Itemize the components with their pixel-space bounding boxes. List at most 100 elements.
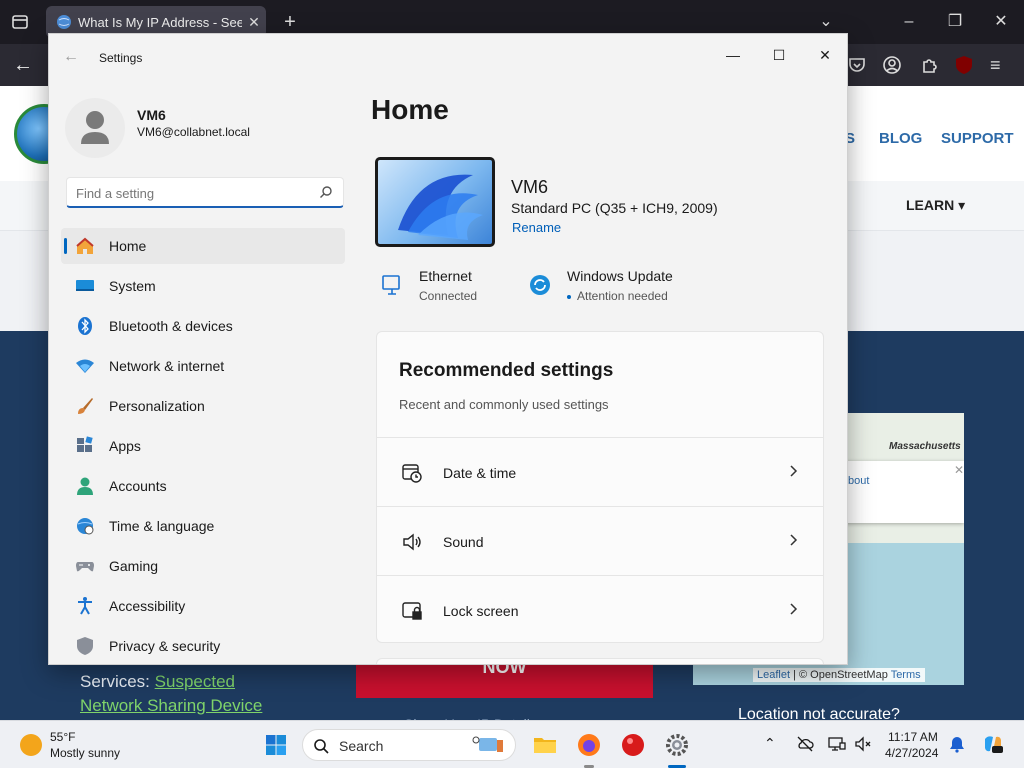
cloud-offline-icon[interactable] [796,735,814,753]
monitor-icon [76,280,94,291]
weather-sun-icon[interactable] [20,734,42,756]
clock-date[interactable]: 4/27/2024 [885,746,938,760]
restore-browser-icon[interactable]: ❐ [941,8,969,36]
nav-label: Privacy & security [109,638,221,654]
speaker-icon [403,533,421,551]
next-card [376,658,824,664]
rec-row-label: Lock screen [443,603,519,619]
search-icon [314,739,329,754]
nav-label: Accessibility [109,598,186,614]
device-thumbnail [375,157,495,247]
ethernet-title[interactable]: Ethernet [419,268,472,284]
recommended-title: Recommended settings [399,360,614,381]
nav-item-system[interactable]: System [61,268,345,304]
pocket-icon[interactable] [846,54,868,76]
user-email: VM6@collabnet.local [137,125,250,139]
close-tab-icon[interactable]: ✕ [242,14,266,31]
chevron-right-icon [790,465,798,477]
windows-start-icon[interactable] [265,734,287,756]
site-nav-support[interactable]: SUPPORT [941,130,1014,147]
list-all-tabs-icon[interactable]: ⌄ [812,8,840,36]
device-name: VM6 [511,177,549,197]
new-tab-button[interactable]: + [278,10,302,34]
red-app-icon[interactable] [620,732,646,758]
nav-item-personalization[interactable]: Personalization [61,388,345,424]
close-browser-icon[interactable]: ✕ [987,8,1015,36]
close-icon[interactable]: ✕ [805,40,845,70]
rec-row-label: Sound [443,534,484,550]
taskbar: 55°F Mostly sunny Search ⌃ 11:17 AM 4/27… [0,720,1024,768]
nav-item-network[interactable]: Network & internet [61,348,345,384]
user-name: VM6 [137,107,166,123]
nav-item-home[interactable]: Home [61,228,345,264]
map-terms-link[interactable]: Terms [891,669,921,681]
copilot-icon[interactable] [982,733,1004,755]
settings-search[interactable] [66,177,344,208]
status-dot [567,294,571,299]
nav-item-time-language[interactable]: Time & language [61,508,345,544]
rec-row-sound[interactable]: Sound [377,506,823,575]
tray-chevron-up-icon[interactable]: ⌃ [764,735,782,753]
nav-label: Accounts [109,478,167,494]
device-spec: Standard PC (Q35 + ICH9, 2009) [511,200,718,216]
red-cta-button[interactable]: NOW [356,660,653,698]
ethernet-icon[interactable] [380,273,404,297]
maximize-icon[interactable]: ☐ [759,40,799,70]
nav-item-accessibility[interactable]: Accessibility [61,588,345,624]
search-input[interactable] [76,183,306,203]
learn-menu[interactable]: LEARN ▾ [906,197,965,214]
tab-list-icon[interactable] [8,10,32,34]
settings-window-title: Settings [99,51,143,65]
back-arrow-icon[interactable]: ← [63,48,83,68]
map-popup-link[interactable]: bout [848,475,869,487]
paintbrush-icon [78,398,93,414]
file-explorer-icon[interactable] [532,732,558,758]
nav-item-gaming[interactable]: Gaming [61,548,345,584]
taskbar-search-label: Search [339,738,384,754]
settings-titlebar: ← Settings — ☐ ✕ [49,34,847,82]
nav-item-apps[interactable]: Apps [61,428,345,464]
map-popup-close-icon[interactable]: ✕ [954,463,964,477]
firefox-icon[interactable] [576,732,602,758]
chevron-right-icon [790,603,798,615]
weather-temp[interactable]: 55°F [50,730,75,744]
chevron-right-icon [790,534,798,546]
nav-item-accounts[interactable]: Accounts [61,468,345,504]
windows-update-title[interactable]: Windows Update [567,268,673,284]
nav-item-bluetooth[interactable]: Bluetooth & devices [61,308,345,344]
services-link-suspected[interactable]: Suspected [155,672,235,691]
taskbar-search[interactable]: Search [302,729,516,761]
volume-muted-icon[interactable] [854,735,872,753]
weather-desc[interactable]: Mostly sunny [50,746,120,760]
account-icon[interactable] [881,54,903,76]
leaflet-link[interactable]: Leaflet [757,669,790,681]
nav-label: System [109,278,156,294]
nav-label: Time & language [109,518,215,534]
network-icon[interactable] [828,735,846,753]
windows-update-icon[interactable] [528,273,552,297]
minimize-browser-icon[interactable]: – [895,8,923,36]
menu-icon[interactable]: ≡ [990,54,1012,76]
home-icon [76,237,94,254]
clock-time[interactable]: 11:17 AM [888,730,938,744]
bluetooth-icon [78,317,92,335]
rec-row-lock-screen[interactable]: Lock screen [377,575,823,642]
settings-gear-icon[interactable] [664,732,690,758]
browser-back-icon[interactable]: ← [10,52,36,78]
minimize-icon[interactable]: — [713,40,753,70]
notification-bell-icon[interactable] [948,735,966,753]
search-icon [320,186,332,198]
avatar [65,98,125,158]
extensions-icon[interactable] [918,54,940,76]
services-block: Services: Suspected Network Sharing Devi… [80,670,262,718]
nav-item-privacy[interactable]: Privacy & security [61,628,345,664]
search-highlight-icon [472,736,503,752]
site-nav-blog[interactable]: BLOG [879,130,922,147]
recommended-subtitle: Recent and commonly used settings [399,397,609,412]
rename-link[interactable]: Rename [512,220,561,235]
nav-label: Personalization [109,398,205,414]
lock-screen-icon [402,602,422,620]
ublock-origin-icon[interactable] [953,54,975,76]
services-link-network-sharing[interactable]: Network Sharing Device [80,696,262,715]
rec-row-date-time[interactable]: Date & time [377,437,823,506]
